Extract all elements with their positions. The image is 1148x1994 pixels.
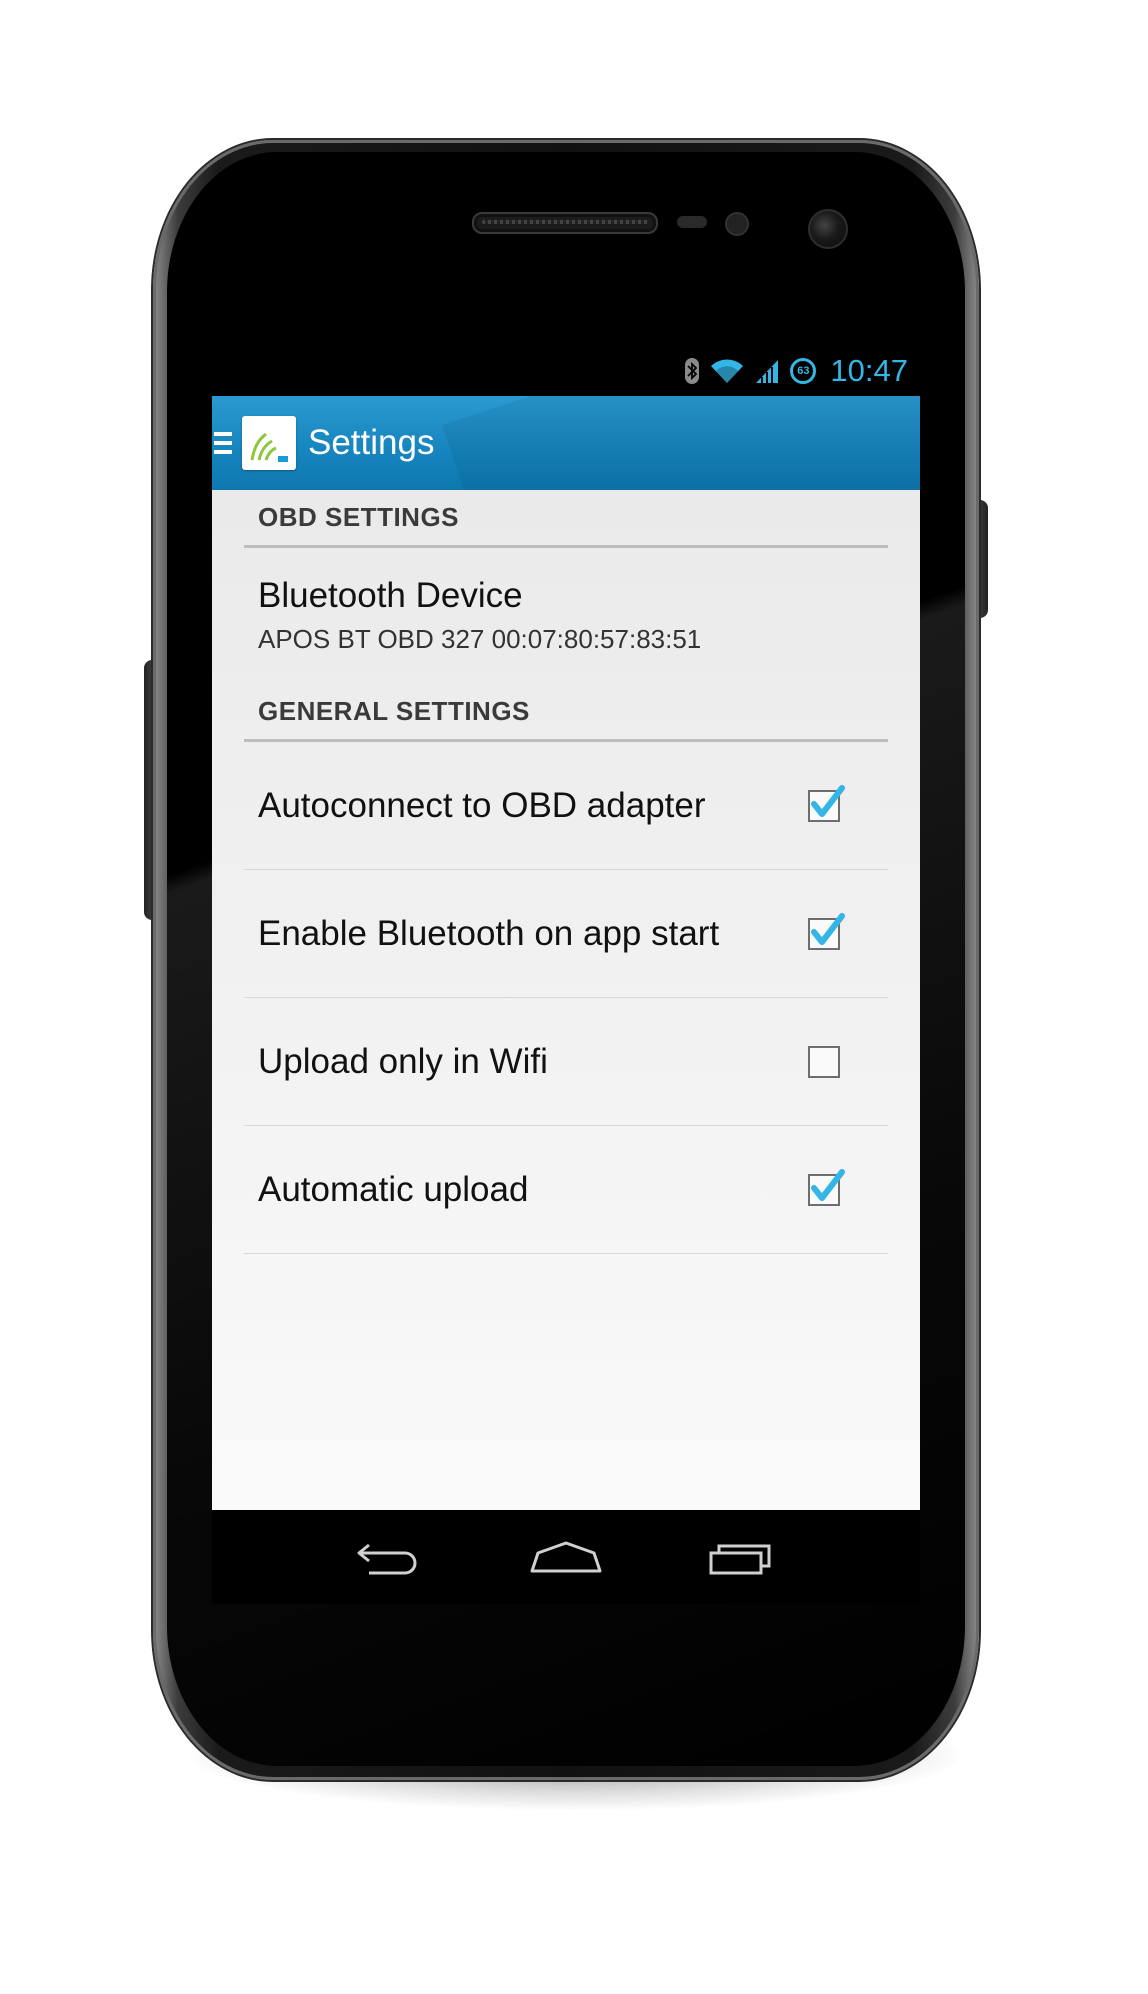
- automatic-upload-checkbox[interactable]: [808, 1168, 845, 1206]
- enable-bluetooth-preference[interactable]: Enable Bluetooth on app start: [244, 870, 888, 998]
- bluetooth-icon: [684, 357, 700, 385]
- wifi-icon: [710, 358, 744, 384]
- page-title: Settings: [308, 423, 435, 462]
- navigation-bar: [212, 1510, 920, 1604]
- status-bar: 63 10:47: [212, 346, 920, 396]
- app-logo-icon[interactable]: [242, 416, 296, 470]
- front-camera: [808, 209, 848, 249]
- action-bar: Settings: [212, 396, 920, 490]
- bluetooth-device-title: Bluetooth Device: [258, 576, 523, 615]
- automatic-upload-label: Automatic upload: [258, 1169, 529, 1209]
- checkmark-icon: [811, 1168, 845, 1201]
- enable-bluetooth-checkbox[interactable]: [808, 912, 845, 950]
- autoconnect-preference[interactable]: Autoconnect to OBD adapter: [244, 742, 888, 870]
- signal-icon: [754, 358, 780, 384]
- bluetooth-device-summary: APOS BT OBD 327 00:07:80:57:83:51: [258, 624, 702, 654]
- checkmark-icon: [811, 912, 845, 945]
- light-sensor: [725, 212, 749, 236]
- back-icon[interactable]: [345, 1527, 435, 1587]
- enable-bluetooth-label: Enable Bluetooth on app start: [258, 913, 720, 953]
- checkmark-icon: [811, 784, 845, 817]
- autoconnect-label: Autoconnect to OBD adapter: [258, 785, 706, 825]
- automatic-upload-preference[interactable]: Automatic upload: [244, 1126, 888, 1254]
- battery-icon: 63: [790, 358, 817, 384]
- category-obd-settings: OBD SETTINGS: [244, 490, 888, 548]
- screen: 63 10:47 Settings OBD SETTINGS Bluetooth…: [212, 346, 920, 1604]
- bluetooth-device-preference[interactable]: Bluetooth Device APOS BT OBD 327 00:07:8…: [244, 576, 888, 655]
- home-icon[interactable]: [521, 1527, 611, 1587]
- battery-level: 63: [797, 365, 810, 377]
- earpiece-speaker: [472, 212, 658, 234]
- autoconnect-checkbox[interactable]: [808, 784, 845, 822]
- settings-list: OBD SETTINGS Bluetooth Device APOS BT OB…: [212, 490, 920, 1510]
- recent-apps-icon[interactable]: [697, 1527, 787, 1587]
- upload-wifi-checkbox[interactable]: [808, 1045, 840, 1078]
- upload-wifi-label: Upload only in Wifi: [258, 1041, 548, 1081]
- drawer-menu-icon[interactable]: [214, 432, 234, 454]
- upload-wifi-preference[interactable]: Upload only in Wifi: [244, 998, 888, 1126]
- proximity-sensor: [677, 216, 707, 228]
- clock: 10:47: [830, 353, 908, 388]
- category-general-settings: GENERAL SETTINGS: [244, 684, 888, 742]
